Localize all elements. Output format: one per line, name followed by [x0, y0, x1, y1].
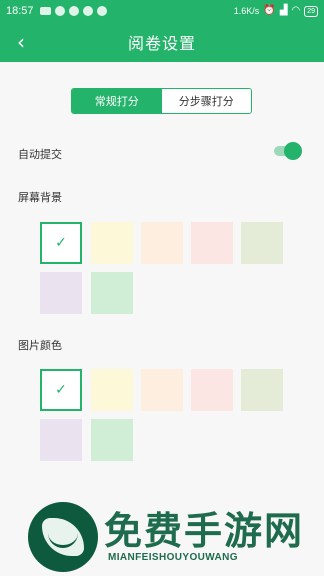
header-bar: ‹ 阅卷设置 — [0, 22, 324, 62]
status-bar: 18:57 1.6K/s ⏰ ▟ ◠ 29 — [0, 0, 324, 22]
img-swatch-peach[interactable] — [141, 369, 183, 411]
img-swatch-pink[interactable] — [191, 369, 233, 411]
tab-regular-scoring[interactable]: 常规打分 — [72, 89, 162, 113]
img-swatch-sage[interactable] — [241, 369, 283, 411]
watermark: 免费手游网 MIANFEISHOUYOUWANG — [24, 500, 314, 576]
bg-swatch-lavender[interactable] — [40, 272, 82, 314]
drop-icon — [54, 6, 65, 16]
status-right: 1.6K/s ⏰ ▟ ◠ 29 — [233, 5, 318, 17]
signal-icon: ▟ — [279, 5, 288, 16]
bg-swatch-peach[interactable] — [141, 222, 183, 264]
chevron-left-icon: ‹ — [17, 30, 25, 54]
status-time: 18:57 — [6, 5, 34, 17]
img-swatch-lavender[interactable] — [40, 419, 82, 461]
wifi-icon: ◠ — [291, 5, 301, 16]
bg-swatch-pink[interactable] — [191, 222, 233, 264]
img-swatch-yellow[interactable] — [91, 369, 133, 411]
message-icon — [39, 7, 51, 15]
bg-swatch-white[interactable]: ✓ — [40, 222, 82, 264]
battery-icon: 29 — [304, 5, 318, 17]
watermark-logo — [28, 502, 98, 572]
check-icon: ✓ — [55, 382, 67, 398]
alarm-icon: ⏰ — [263, 5, 276, 16]
bg-swatch-yellow[interactable] — [91, 222, 133, 264]
watermark-title: 免费手游网 — [104, 508, 305, 553]
auto-submit-toggle[interactable] — [272, 142, 302, 160]
circle-icon — [68, 6, 79, 16]
network-speed: 1.6K/s — [233, 6, 260, 16]
image-color-label: 图片颜色 — [18, 339, 62, 352]
tab-step-scoring[interactable]: 分步骤打分 — [161, 89, 251, 113]
watermark-subtitle: MIANFEISHOUYOUWANG — [108, 552, 238, 563]
circle-icon — [96, 6, 107, 16]
screen-background-label: 屏幕背景 — [18, 191, 62, 204]
bg-swatch-mint[interactable] — [91, 272, 133, 314]
img-swatch-mint[interactable] — [91, 419, 133, 461]
page-title: 阅卷设置 — [127, 34, 196, 53]
color-wheel-icon — [82, 6, 93, 16]
back-button[interactable]: ‹ — [6, 27, 36, 57]
toggle-knob — [284, 142, 302, 160]
auto-submit-label: 自动提交 — [18, 148, 62, 161]
check-icon: ✓ — [55, 235, 67, 251]
img-swatch-white[interactable]: ✓ — [40, 369, 82, 411]
scoring-mode-tabs: 常规打分 分步骤打分 — [71, 88, 252, 114]
bg-swatch-sage[interactable] — [241, 222, 283, 264]
